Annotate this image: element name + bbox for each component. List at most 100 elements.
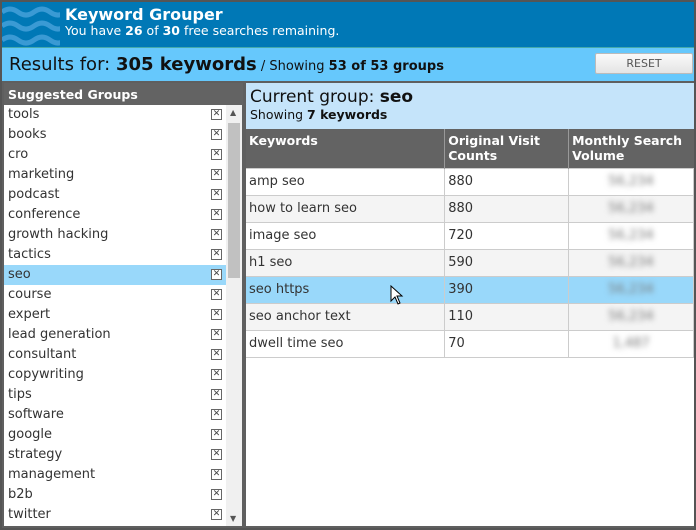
group-label: tools (8, 107, 40, 122)
group-item[interactable]: seo ✕ (4, 265, 226, 285)
group-item[interactable]: copywriting ✕ (4, 365, 226, 385)
keyword-cell: image seo (246, 221, 446, 250)
remove-group-icon[interactable]: ✕ (211, 169, 222, 180)
group-label: software (8, 407, 64, 422)
table-row[interactable]: seo https 390 56,234 (246, 275, 694, 304)
group-label: management (8, 467, 96, 482)
table-row[interactable]: amp seo 880 56,234 (246, 167, 694, 196)
keyword-cell: seo anchor text (246, 302, 446, 331)
group-label: copywriting (8, 367, 84, 382)
remove-group-icon[interactable]: ✕ (211, 509, 222, 520)
group-item[interactable]: b2b ✕ (4, 485, 226, 505)
remove-group-icon[interactable]: ✕ (211, 409, 222, 420)
remove-group-icon[interactable]: ✕ (211, 389, 222, 400)
keyword-cell: how to learn seo (246, 194, 446, 223)
remove-group-icon[interactable]: ✕ (211, 349, 222, 360)
keyword-grouper-app: Keyword Grouper You have 26 of 30 free s… (0, 0, 696, 530)
blurred-volume: 56,234 (608, 255, 654, 270)
group-item[interactable]: twitter ✕ (4, 505, 226, 525)
group-item[interactable]: strategy ✕ (4, 445, 226, 465)
group-item[interactable]: cro ✕ (4, 145, 226, 165)
remove-group-icon[interactable]: ✕ (211, 249, 222, 260)
group-label: consultant (8, 347, 77, 362)
group-item[interactable]: tips ✕ (4, 385, 226, 405)
remove-group-icon[interactable]: ✕ (211, 209, 222, 220)
group-item[interactable]: podcast ✕ (4, 185, 226, 205)
table-row[interactable]: how to learn seo 880 56,234 (246, 194, 694, 223)
group-label: marketing (8, 167, 75, 182)
visit-count-cell: 880 (444, 194, 570, 223)
reset-button[interactable]: RESET (595, 53, 693, 74)
group-item[interactable]: lead generation ✕ (4, 325, 226, 345)
suggested-groups-title: Suggested Groups (4, 83, 243, 105)
search-volume-cell: 56,234 (568, 275, 694, 304)
keywords-table: Keywords Original Visit Counts Monthly S… (246, 129, 694, 358)
remove-group-icon[interactable]: ✕ (211, 449, 222, 460)
suggested-groups-panel: Suggested Groups tools ✕ books ✕ cro ✕ marketi… (4, 83, 243, 526)
blurred-volume: 56,234 (608, 228, 654, 243)
group-label: seo (8, 267, 31, 282)
remove-group-icon[interactable]: ✕ (211, 189, 222, 200)
group-label: lead generation (8, 327, 111, 342)
remove-group-icon[interactable]: ✕ (211, 269, 222, 280)
current-group-header: Current group: seo Showing 7 keywords (246, 83, 694, 129)
remove-group-icon[interactable]: ✕ (211, 369, 222, 380)
group-item[interactable]: google ✕ (4, 425, 226, 445)
visit-count-cell: 590 (444, 248, 570, 277)
blurred-volume: 56,234 (608, 309, 654, 324)
scrollbar[interactable]: ▲ ▼ (226, 105, 242, 526)
group-item[interactable]: conference ✕ (4, 205, 226, 225)
group-label: cro (8, 147, 29, 162)
group-item[interactable]: tools ✕ (4, 105, 226, 125)
results-summary: Results for: 305 keywords / Showing 53 o… (9, 54, 444, 75)
remove-group-icon[interactable]: ✕ (211, 289, 222, 300)
blurred-volume: 56,234 (608, 174, 654, 189)
app-header: Keyword Grouper You have 26 of 30 free s… (2, 2, 694, 47)
group-item[interactable]: growth hacking ✕ (4, 225, 226, 245)
group-label: books (8, 127, 47, 142)
group-item[interactable]: tactics ✕ (4, 245, 226, 265)
col-search-volume[interactable]: Monthly Search Volume (568, 129, 694, 168)
visit-count-cell: 390 (444, 275, 570, 304)
remove-group-icon[interactable]: ✕ (211, 229, 222, 240)
scrollbar-thumb[interactable] (228, 123, 240, 278)
search-volume-cell: 56,234 (568, 194, 694, 223)
scroll-down-icon[interactable]: ▼ (230, 514, 236, 523)
table-row[interactable]: h1 seo 590 56,234 (246, 248, 694, 277)
group-item[interactable]: software ✕ (4, 405, 226, 425)
results-bar: Results for: 305 keywords / Showing 53 o… (2, 47, 694, 81)
scroll-up-icon[interactable]: ▲ (230, 108, 236, 117)
search-volume-cell: 56,234 (568, 167, 694, 196)
group-item[interactable]: marketing ✕ (4, 165, 226, 185)
col-keywords[interactable]: Keywords (246, 129, 445, 168)
group-label: b2b (8, 487, 33, 502)
remove-group-icon[interactable]: ✕ (211, 309, 222, 320)
group-label: expert (8, 307, 51, 322)
group-item[interactable]: expert ✕ (4, 305, 226, 325)
remove-group-icon[interactable]: ✕ (211, 149, 222, 160)
group-label: tips (8, 387, 32, 402)
blurred-volume: 56,234 (608, 282, 654, 297)
remove-group-icon[interactable]: ✕ (211, 109, 222, 120)
visit-count-cell: 70 (444, 329, 570, 358)
keyword-cell: dwell time seo (246, 329, 446, 358)
remove-group-icon[interactable]: ✕ (211, 489, 222, 500)
table-row[interactable]: image seo 720 56,234 (246, 221, 694, 250)
keyword-cell: seo https (246, 275, 446, 304)
col-visit-counts[interactable]: Original Visit Counts (444, 129, 569, 168)
current-group-label: Current group: (250, 87, 380, 107)
group-item[interactable]: consultant ✕ (4, 345, 226, 365)
group-label: podcast (8, 187, 60, 202)
group-label: course (8, 287, 52, 302)
group-item[interactable]: books ✕ (4, 125, 226, 145)
remove-group-icon[interactable]: ✕ (211, 429, 222, 440)
table-row[interactable]: dwell time seo 70 1,487 (246, 329, 694, 358)
current-group-name: seo (379, 87, 414, 107)
group-item[interactable]: management ✕ (4, 465, 226, 485)
table-row[interactable]: seo anchor text 110 56,234 (246, 302, 694, 331)
group-item[interactable]: course ✕ (4, 285, 226, 305)
keyword-cell: amp seo (246, 167, 446, 196)
remove-group-icon[interactable]: ✕ (211, 469, 222, 480)
remove-group-icon[interactable]: ✕ (211, 329, 222, 340)
remove-group-icon[interactable]: ✕ (211, 129, 222, 140)
